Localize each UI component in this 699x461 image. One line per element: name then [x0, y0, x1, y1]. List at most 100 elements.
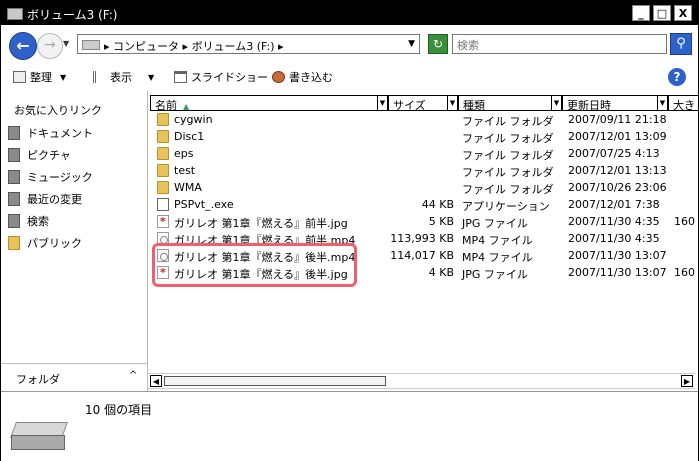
- file-row[interactable]: WMA ファイル フォルダ 2007/10/26 23:06: [148, 179, 698, 196]
- file-type: MP4 ファイル: [462, 251, 533, 264]
- file-name: WMA: [174, 181, 202, 194]
- slideshow-icon: [174, 71, 187, 83]
- nav-item-recent[interactable]: 最近の変更: [8, 190, 82, 208]
- horizontal-scrollbar[interactable]: ◀ ▶: [148, 373, 695, 389]
- breadcrumb-separator[interactable]: ▸: [104, 40, 110, 53]
- column-filter-dropdown[interactable]: ▼: [551, 96, 561, 110]
- item-count: 10 個の項目: [85, 403, 153, 417]
- file-type: ファイル フォルダ: [462, 166, 554, 179]
- column-header-name[interactable]: 名前 ▲ ▼: [150, 95, 388, 112]
- sort-ascending-icon: ▲: [183, 102, 190, 111]
- drive-icon: [7, 8, 23, 20]
- column-header-type[interactable]: 種類 ▼: [458, 95, 562, 112]
- organize-label: 整理: [30, 71, 52, 84]
- column-filter-dropdown[interactable]: ▼: [377, 96, 387, 110]
- highlight-annotation: [152, 243, 357, 287]
- folder-icon: [157, 113, 169, 126]
- file-name: PSPvt_.exe: [174, 198, 234, 211]
- nav-item-documents[interactable]: ドキュメント: [8, 124, 93, 142]
- chevron-down-icon: ▼: [60, 72, 67, 82]
- file-type: ファイル フォルダ: [462, 183, 554, 196]
- file-row[interactable]: cygwin ファイル フォルダ 2007/09/11 21:18: [148, 111, 698, 128]
- chevron-down-icon: ▼: [148, 72, 155, 82]
- window-title: ボリューム3 (F:): [27, 8, 118, 22]
- forward-button[interactable]: →: [37, 33, 63, 59]
- file-size: 44 KB: [421, 198, 454, 211]
- column-header-modified[interactable]: 更新日時 ▼: [562, 95, 668, 112]
- minimize-button[interactable]: _: [632, 5, 650, 21]
- view-button[interactable]: 表示 ▼: [93, 69, 154, 85]
- pictures-icon: [8, 148, 20, 162]
- scroll-right-button[interactable]: ▶: [681, 375, 693, 387]
- view-label: 表示: [110, 71, 132, 84]
- nav-item-pictures[interactable]: ピクチャ: [8, 146, 71, 164]
- file-size: 5 KB: [428, 215, 454, 228]
- file-modified: 2007/11/30 13:07: [568, 249, 667, 262]
- breadcrumb-volume[interactable]: ボリューム3 (F:): [192, 40, 275, 53]
- file-modified: 2007/10/26 23:06: [568, 181, 667, 194]
- slideshow-label: スライドショー: [191, 71, 268, 84]
- file-row[interactable]: PSPvt_.exe 44 KB アプリケーション 2007/12/01 7:3…: [148, 196, 698, 213]
- burn-button[interactable]: 書き込む: [272, 69, 333, 85]
- folder-icon: [157, 164, 169, 177]
- column-header-size[interactable]: サイズ ▼: [388, 95, 458, 112]
- address-row: ← → ▼ ▸ コンピュータ ▸ ボリューム3 (F:) ▸ ▼ ↻ ⚲: [1, 25, 698, 63]
- file-extra: 160: [674, 215, 695, 228]
- breadcrumb: ▸ コンピュータ ▸ ボリューム3 (F:) ▸: [104, 38, 284, 54]
- recent-icon: [8, 192, 20, 206]
- file-type: JPG ファイル: [462, 268, 528, 281]
- file-type: JPG ファイル: [462, 217, 528, 230]
- scroll-thumb[interactable]: [164, 376, 386, 386]
- organize-icon: [13, 71, 26, 83]
- drive-large-icon: [10, 422, 68, 450]
- file-extra: 160: [674, 266, 695, 279]
- file-modified: 2007/12/01 13:13: [568, 164, 667, 177]
- file-name: Disc1: [174, 130, 205, 143]
- refresh-button[interactable]: ↻: [428, 34, 448, 54]
- recent-pages-dropdown[interactable]: ▼: [63, 39, 69, 48]
- column-filter-dropdown[interactable]: ▼: [447, 96, 457, 110]
- chevron-up-icon: ^: [129, 370, 138, 381]
- search-input[interactable]: [455, 36, 639, 54]
- breadcrumb-separator[interactable]: ▸: [183, 40, 189, 53]
- file-row[interactable]: Disc1 ファイル フォルダ 2007/12/01 13:09: [148, 128, 698, 145]
- column-header-extra[interactable]: 大き: [668, 95, 698, 112]
- search-button[interactable]: ⚲: [670, 33, 692, 55]
- nav-item-music[interactable]: ミュージック: [8, 168, 93, 186]
- file-size: 113,993 KB: [390, 232, 454, 245]
- address-bar[interactable]: ▸ コンピュータ ▸ ボリューム3 (F:) ▸ ▼: [77, 34, 420, 54]
- nav-item-label: パブリック: [27, 237, 82, 250]
- details-pane: 10 個の項目: [1, 391, 698, 461]
- file-row[interactable]: ガリレオ 第1章『燃える』前半.jpg 5 KB JPG ファイル 2007/1…: [148, 213, 698, 230]
- nav-item-label: 最近の変更: [27, 193, 82, 206]
- file-row[interactable]: eps ファイル フォルダ 2007/07/25 4:13: [148, 145, 698, 162]
- favorites-title: お気に入りリンク: [14, 104, 102, 117]
- nav-item-label: ピクチャ: [27, 149, 71, 162]
- organize-button[interactable]: 整理 ▼: [13, 69, 66, 85]
- folders-toggle[interactable]: フォルダ ^: [1, 363, 148, 392]
- close-button[interactable]: X: [674, 5, 692, 21]
- folder-icon: [157, 181, 169, 194]
- view-icon: [93, 71, 106, 83]
- nav-item-public[interactable]: パブリック: [8, 234, 82, 252]
- help-button[interactable]: ?: [668, 68, 686, 86]
- file-row[interactable]: test ファイル フォルダ 2007/12/01 13:13: [148, 162, 698, 179]
- documents-icon: [8, 126, 20, 140]
- column-filter-dropdown[interactable]: ▼: [657, 96, 667, 110]
- jpg-file-icon: [157, 215, 169, 228]
- scroll-left-button[interactable]: ◀: [150, 375, 162, 387]
- address-dropdown-icon[interactable]: ▼: [408, 39, 415, 49]
- breadcrumb-computer[interactable]: コンピュータ: [113, 40, 179, 53]
- drive-icon: [82, 40, 100, 50]
- nav-item-label: ミュージック: [27, 171, 93, 184]
- file-list: 名前 ▲ ▼ サイズ ▼ 種類 ▼ 更新日時 ▼ 大き cygwin ファイル フ…: [148, 91, 698, 377]
- slideshow-button[interactable]: スライドショー: [174, 69, 268, 85]
- maximize-button[interactable]: □: [653, 5, 671, 21]
- disc-icon: [272, 71, 285, 83]
- nav-item-search[interactable]: 検索: [8, 212, 49, 230]
- breadcrumb-separator[interactable]: ▸: [278, 40, 284, 53]
- back-button[interactable]: ←: [9, 32, 37, 60]
- title-bar[interactable]: ボリューム3 (F:) _ □ X: [1, 1, 698, 25]
- search-box[interactable]: [452, 34, 667, 54]
- file-name: ガリレオ 第1章『燃える』前半.jpg: [174, 217, 348, 230]
